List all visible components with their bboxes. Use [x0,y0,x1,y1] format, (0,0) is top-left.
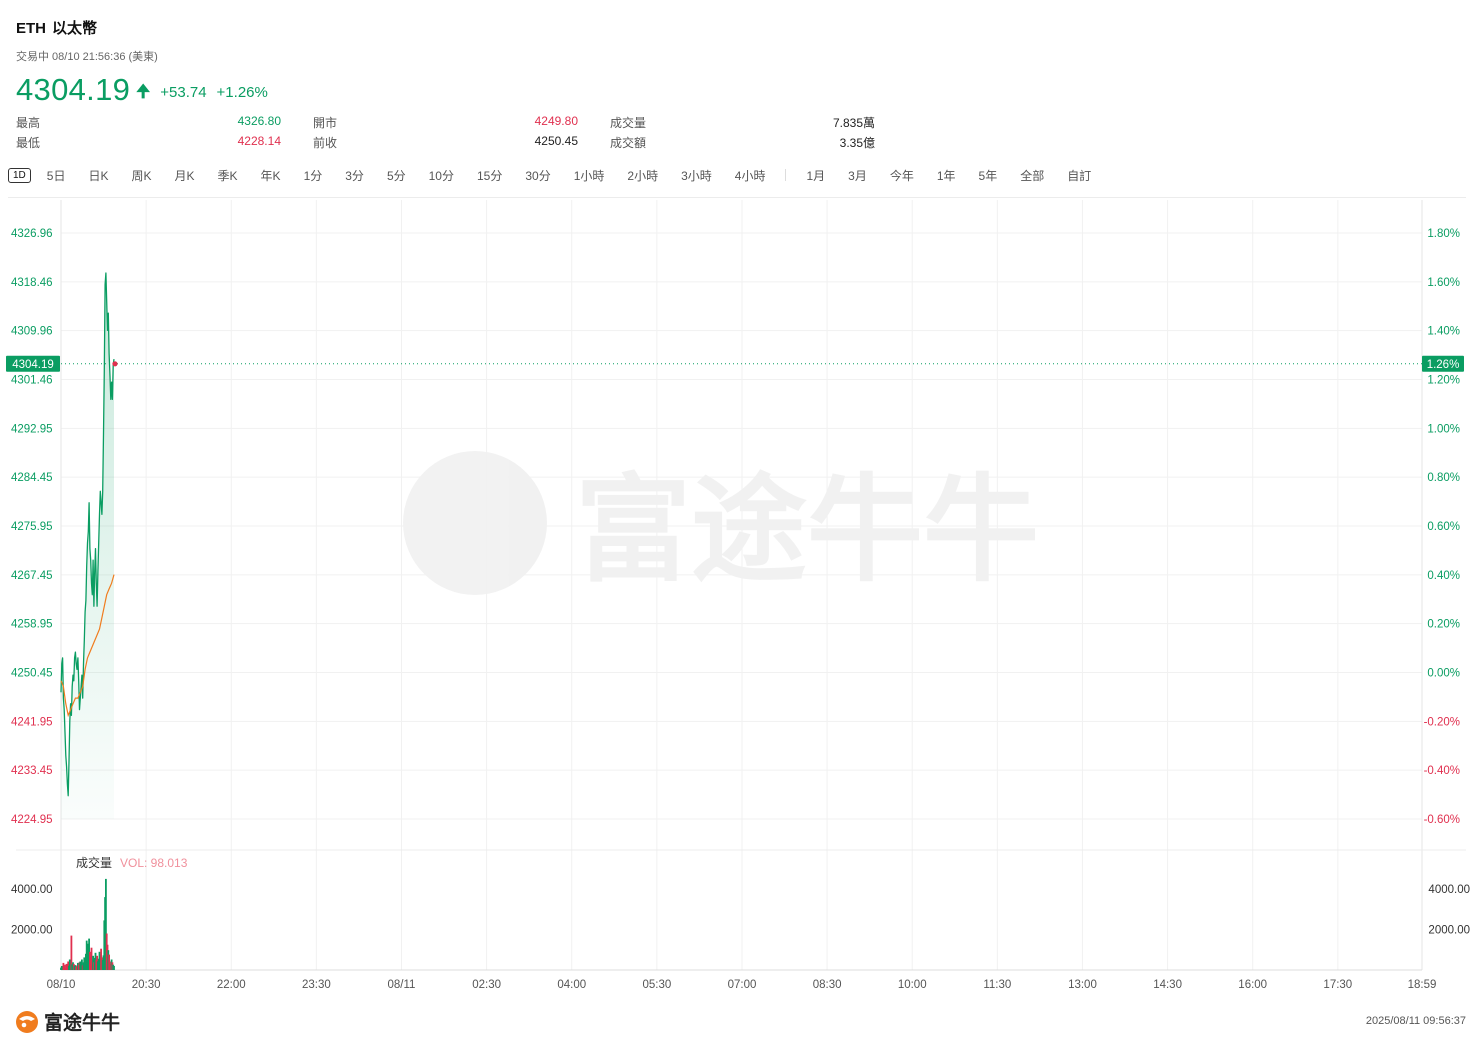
brand-logo: 富途牛牛 [14,1008,120,1035]
watermark-text: 富途牛牛 [575,463,1039,598]
pct-tick-label: 0.40% [1427,570,1460,582]
x-tick-label: 08/10 [47,979,76,991]
pct-tick-label: -0.60% [1424,814,1460,826]
volume-tick-label-right: 4000.00 [1428,884,1470,896]
x-tick-label: 05:30 [642,979,671,991]
pct-tick-label: -0.40% [1424,765,1460,777]
volume-tick-label-right: 2000.00 [1428,925,1470,937]
pct-tick-label: 1.20% [1427,375,1460,387]
x-tick-label: 18:59 [1408,979,1437,991]
price-tick-label: 4224.95 [11,814,53,826]
price-tick-label: 4267.45 [11,570,53,582]
current-pct-label: 1.26% [1427,359,1460,371]
volume-tick-label: 4000.00 [11,884,53,896]
x-tick-label: 16:00 [1238,979,1267,991]
price-tick-label: 4284.45 [11,472,53,484]
current-price-label: 4304.19 [12,359,54,371]
price-tick-label: 4250.45 [11,668,53,680]
price-tick-label: 4258.95 [11,619,53,631]
pct-tick-label: 1.40% [1427,326,1460,338]
brand-name: 富途牛牛 [44,1013,121,1034]
price-tick-label: 4309.96 [11,326,53,338]
pct-tick-label: 0.00% [1427,668,1460,680]
x-tick-label: 08:30 [813,979,842,991]
pct-tick-label: 0.80% [1427,472,1460,484]
pct-tick-label: 1.80% [1427,228,1460,240]
price-chart[interactable]: 富途牛牛 4326.96 1.80% 4318.46 1.60% 4309.96 1.40%… [0,0,1482,1000]
price-tick-label: 4241.95 [11,716,53,728]
last-point-dot [112,361,118,367]
x-tick-label: 14:30 [1153,979,1182,991]
x-tick-label: 04:00 [557,979,586,991]
volume-title: 成交量 [76,855,112,870]
x-tick-label: 10:00 [898,979,927,991]
futu-logo-icon [16,1010,38,1033]
price-tick-label: 4292.95 [11,423,53,435]
pct-tick-label: 1.00% [1427,423,1460,435]
pct-tick-label: 0.60% [1427,521,1460,533]
x-tick-label: 02:30 [472,979,501,991]
watermark: 富途牛牛 [403,451,1039,598]
x-tick-label: 20:30 [132,979,161,991]
pct-tick-label: -0.20% [1424,716,1460,728]
price-tick-label: 4275.95 [11,521,53,533]
watermark-logo-icon [403,451,547,595]
price-tick-label: 4326.96 [11,228,53,240]
pct-tick-label: 0.20% [1427,619,1460,631]
snapshot-time: 2025/08/11 09:56:37 [1365,1015,1466,1027]
price-tick-label: 4233.45 [11,765,53,777]
x-tick-label: 07:00 [728,979,757,991]
x-tick-label: 22:00 [217,979,246,991]
x-tick-label: 23:30 [302,979,331,991]
price-tick-label: 4318.46 [11,277,53,289]
x-tick-label: 11:30 [983,979,1011,991]
price-tick-label: 4301.46 [11,375,53,387]
x-tick-label: 17:30 [1323,979,1352,991]
pct-tick-label: 1.60% [1427,277,1460,289]
volume-value-label: VOL: 98.013 [120,856,188,870]
volume-tick-label: 2000.00 [11,925,53,937]
volume-bar [113,966,115,970]
x-tick-label: 08/11 [388,979,416,991]
x-tick-label: 13:00 [1068,979,1097,991]
